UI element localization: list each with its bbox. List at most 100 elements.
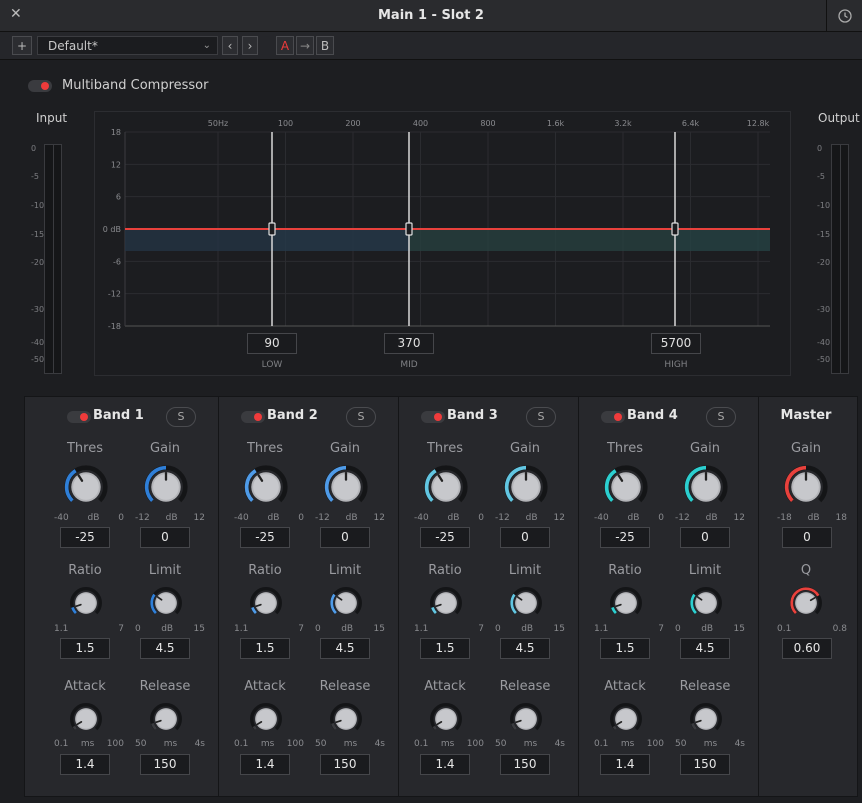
band-4-gain-input[interactable]: 0	[680, 527, 730, 548]
band-1-gain-knob[interactable]	[143, 464, 189, 510]
band-4-release-knob[interactable]	[689, 702, 723, 736]
band-3-solo-button[interactable]: S	[526, 407, 556, 427]
band-1-thres-knob-wrap	[63, 464, 109, 514]
ab-b-button[interactable]: B	[316, 36, 334, 55]
master-gain-knob[interactable]	[783, 464, 829, 510]
band-1-attack-label: Attack	[64, 679, 106, 694]
band-3-thres-label: Thres	[426, 441, 463, 456]
band-header: Band 4 S	[579, 405, 758, 427]
band-4-attack-input[interactable]: 1.4	[600, 754, 650, 775]
band-1-attack-knob[interactable]	[69, 702, 103, 736]
band-4-release-input[interactable]: 150	[680, 754, 730, 775]
band-4-power-toggle[interactable]	[601, 411, 625, 423]
band-3-attack-input[interactable]: 1.4	[420, 754, 470, 775]
band-1-attack-knob-wrap	[69, 702, 103, 740]
meter-tick-label: 0	[817, 144, 823, 153]
band-2-limit-input[interactable]: 4.5	[320, 638, 370, 659]
band-2-attack-input[interactable]: 1.4	[240, 754, 290, 775]
band-4-thres-knob[interactable]	[603, 464, 649, 510]
band-2-solo-button[interactable]: S	[346, 407, 376, 427]
ab-copy-button[interactable]: →	[296, 36, 314, 55]
band-1-thres-knob[interactable]	[63, 464, 109, 510]
band-1-solo-button[interactable]: S	[166, 407, 196, 427]
crossover-low-input[interactable]: 90	[247, 333, 297, 354]
band-3-gain-input[interactable]: 0	[500, 527, 550, 548]
band-1-power-toggle[interactable]	[67, 411, 91, 423]
band-3-ratio-input[interactable]: 1.5	[420, 638, 470, 659]
band-3-release-knob[interactable]	[509, 702, 543, 736]
band-2-ratio-label: Ratio	[248, 563, 282, 578]
band-4-solo-button[interactable]: S	[706, 407, 736, 427]
plugin-power-toggle[interactable]	[28, 79, 52, 92]
band-3-limit-input[interactable]: 4.5	[500, 638, 550, 659]
band-2-release-knob[interactable]	[329, 702, 363, 736]
band-2-ratio-range: 1.1 7	[234, 624, 304, 634]
crossover-handle[interactable]	[671, 222, 679, 236]
title-bar: ✕ Main 1 - Slot 2	[0, 0, 862, 32]
band-4-thres-input[interactable]: -25	[600, 527, 650, 548]
band-3-panel: Band 3 S Thres Gain -40 dB 0 -12 dB 12 -25 0 Ratio Li…	[399, 397, 579, 796]
preset-dropdown[interactable]: Default* ⌄	[37, 36, 218, 55]
band-2-release-input[interactable]: 150	[320, 754, 370, 775]
band-1-gain-input[interactable]: 0	[140, 527, 190, 548]
toolbar: + Default* ⌄ ‹ › A → B	[0, 32, 862, 60]
master-gain-input[interactable]: 0	[782, 527, 832, 548]
crossover-mid-input[interactable]: 370	[384, 333, 434, 354]
master-q-knob[interactable]	[789, 586, 823, 620]
band-2-ratio-knob[interactable]	[249, 586, 283, 620]
band-2-ratio-input[interactable]: 1.5	[240, 638, 290, 659]
next-preset-button[interactable]: ›	[242, 36, 258, 55]
band-1-release-knob[interactable]	[149, 702, 183, 736]
band-3-power-toggle[interactable]	[421, 411, 445, 423]
master-gain-range: -18 dB 18	[777, 513, 847, 523]
band-3-release-input[interactable]: 150	[500, 754, 550, 775]
ab-a-button[interactable]: A	[276, 36, 294, 55]
band-3-thres-input[interactable]: -25	[420, 527, 470, 548]
crossover-high-input[interactable]: 5700	[651, 333, 701, 354]
band-2-limit-knob[interactable]	[329, 586, 363, 620]
band-2-thres-input[interactable]: -25	[240, 527, 290, 548]
chevron-down-icon: ⌄	[202, 40, 211, 51]
band-1-ratio-knob[interactable]	[69, 586, 103, 620]
band-2-attack-label: Attack	[244, 679, 286, 694]
band-1-limit-knob[interactable]	[149, 586, 183, 620]
band-2-gain-knob[interactable]	[323, 464, 369, 510]
band-4-limit-knob[interactable]	[689, 586, 723, 620]
band-2-thres-knob[interactable]	[243, 464, 289, 510]
band-4-ratio-input[interactable]: 1.5	[600, 638, 650, 659]
prev-preset-button[interactable]: ‹	[222, 36, 238, 55]
add-button[interactable]: +	[12, 36, 32, 55]
band-1-release-input[interactable]: 150	[140, 754, 190, 775]
plugin-panel: Multiband Compressor Input 0 -5 -10 -15 -20 -…	[0, 60, 862, 803]
crossover-high-label: HIGH	[664, 360, 688, 370]
band-1-ratio-knob-wrap	[69, 586, 103, 624]
band-2-gain-input[interactable]: 0	[320, 527, 370, 548]
history-icon[interactable]	[826, 0, 862, 32]
crossover-handle[interactable]	[405, 222, 413, 236]
meter-tick-label: -10	[31, 201, 45, 210]
band-2-gain-label: Gain	[330, 441, 360, 456]
graph-x-tick-label: 1.6k	[547, 119, 565, 128]
master-q-input[interactable]: 0.60	[782, 638, 832, 659]
band-3-limit-knob[interactable]	[509, 586, 543, 620]
band-3-attack-knob[interactable]	[429, 702, 463, 736]
master-q-label: Q	[800, 563, 812, 578]
band-1-thres-label: Thres	[66, 441, 103, 456]
band-4-attack-knob[interactable]	[609, 702, 643, 736]
band-4-gain-knob[interactable]	[683, 464, 729, 510]
band-1-thres-input[interactable]: -25	[60, 527, 110, 548]
band-1-attack-input[interactable]: 1.4	[60, 754, 110, 775]
band-1-ratio-input[interactable]: 1.5	[60, 638, 110, 659]
band-4-limit-input[interactable]: 4.5	[680, 638, 730, 659]
band-3-ratio-knob[interactable]	[429, 586, 463, 620]
band-2-power-toggle[interactable]	[241, 411, 265, 423]
band-2-release-range: 50 ms 4s	[315, 739, 385, 749]
crossover-handle[interactable]	[268, 222, 276, 236]
band-4-ratio-label: Ratio	[608, 563, 642, 578]
band-2-attack-knob[interactable]	[249, 702, 283, 736]
band-1-limit-input[interactable]: 4.5	[140, 638, 190, 659]
band-4-limit-label: Limit	[688, 563, 722, 578]
band-3-gain-knob[interactable]	[503, 464, 549, 510]
band-3-thres-knob[interactable]	[423, 464, 469, 510]
band-4-ratio-knob[interactable]	[609, 586, 643, 620]
